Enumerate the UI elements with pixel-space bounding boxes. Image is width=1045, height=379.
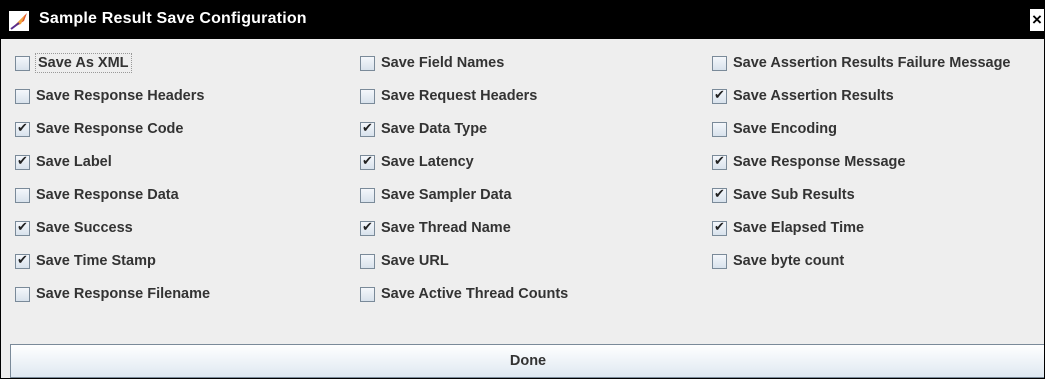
checkbox-row[interactable]: Save Response Message — [712, 150, 905, 174]
checkbox-checked[interactable] — [712, 88, 727, 104]
checkbox-row[interactable]: Save As XML — [15, 51, 132, 75]
checkbox-row[interactable]: Save Response Filename — [15, 282, 210, 306]
checkbox-label: Save Success — [36, 220, 133, 236]
checkbox-checked[interactable] — [712, 154, 727, 170]
checkbox-label: Save Assertion Results — [733, 88, 894, 104]
checkbox-unchecked[interactable] — [360, 55, 375, 71]
checkbox-row[interactable]: Save Encoding — [712, 117, 837, 141]
checkbox-row[interactable]: Save Label — [15, 150, 112, 174]
checkbox-row[interactable]: Save Response Headers — [15, 84, 204, 108]
checkbox-label: Save Elapsed Time — [733, 220, 865, 236]
title-bar[interactable]: Sample Result Save Configuration × — [1, 1, 1044, 39]
options-panel: Save As XML Save Response Headers Save Res… — [7, 41, 1044, 342]
checkbox-unchecked[interactable] — [712, 55, 727, 71]
checkbox-checked[interactable] — [360, 220, 375, 236]
checkbox-row[interactable]: Save Sub Results — [712, 183, 855, 207]
checkbox-label: Save URL — [381, 253, 449, 269]
window-title: Sample Result Save Configuration — [39, 10, 307, 27]
checkbox-row[interactable]: Save Thread Name — [360, 216, 511, 240]
checkbox-unchecked[interactable] — [15, 187, 30, 203]
checkbox-unchecked[interactable] — [712, 253, 727, 269]
checkbox-row[interactable]: Save Assertion Results — [712, 84, 894, 108]
checkbox-label: Save Latency — [381, 154, 474, 170]
checkbox-label: Save Encoding — [733, 121, 837, 137]
close-button[interactable]: × — [1030, 9, 1044, 31]
checkbox-row[interactable]: Save Elapsed Time — [712, 216, 864, 240]
checkbox-row[interactable]: Save byte count — [712, 249, 844, 273]
checkbox-label: Save Thread Name — [381, 220, 511, 236]
checkbox-unchecked[interactable] — [15, 286, 30, 302]
checkbox-label: Save Sampler Data — [381, 187, 512, 203]
checkbox-label: Save As XML — [35, 53, 132, 73]
checkbox-label: Save Response Headers — [36, 88, 205, 104]
checkbox-row[interactable]: Save Success — [15, 216, 133, 240]
checkbox-row[interactable]: Save Data Type — [360, 117, 487, 141]
dialog-window: Sample Result Save Configuration × Save … — [0, 0, 1045, 379]
checkbox-label: Save Time Stamp — [36, 253, 156, 269]
checkbox-row[interactable]: Save Active Thread Counts — [360, 282, 568, 306]
checkbox-unchecked[interactable] — [360, 88, 375, 104]
checkbox-unchecked[interactable] — [712, 121, 727, 137]
checkbox-row[interactable]: Save Response Data — [15, 183, 179, 207]
checkbox-unchecked[interactable] — [360, 286, 375, 302]
checkbox-label: Save Data Type — [381, 121, 488, 137]
checkbox-unchecked[interactable] — [360, 187, 375, 203]
checkbox-unchecked[interactable] — [15, 88, 30, 104]
done-button[interactable]: Done — [10, 344, 1044, 378]
checkbox-label: Save byte count — [733, 253, 845, 269]
checkbox-label: Save Active Thread Counts — [381, 286, 569, 302]
checkbox-row[interactable]: Save Response Code — [15, 117, 183, 141]
jmeter-feather-icon — [9, 11, 29, 31]
checkbox-row[interactable]: Save Latency — [360, 150, 474, 174]
checkbox-checked[interactable] — [360, 121, 375, 137]
checkbox-row[interactable]: Save Field Names — [360, 51, 504, 75]
checkbox-checked[interactable] — [15, 121, 30, 137]
checkbox-row[interactable]: Save Assertion Results Failure Message — [712, 51, 1011, 75]
checkbox-label: Save Sub Results — [733, 187, 855, 203]
checkbox-checked[interactable] — [712, 187, 727, 203]
checkbox-label: Save Request Headers — [381, 88, 538, 104]
checkbox-checked[interactable] — [15, 220, 30, 236]
checkbox-label: Save Response Filename — [36, 286, 211, 302]
checkbox-row[interactable]: Save Sampler Data — [360, 183, 512, 207]
checkbox-checked[interactable] — [15, 154, 30, 170]
checkbox-checked[interactable] — [712, 220, 727, 236]
checkbox-unchecked[interactable] — [360, 253, 375, 269]
checkbox-label: Save Label — [36, 154, 112, 170]
checkbox-label: Save Assertion Results Failure Message — [733, 55, 1011, 71]
checkbox-row[interactable]: Save Request Headers — [360, 84, 537, 108]
checkbox-label: Save Response Data — [36, 187, 179, 203]
checkbox-checked[interactable] — [15, 253, 30, 269]
checkbox-label: Save Response Code — [36, 121, 184, 137]
checkbox-row[interactable]: Save URL — [360, 249, 449, 273]
checkbox-row[interactable]: Save Time Stamp — [15, 249, 156, 273]
checkbox-unchecked[interactable] — [15, 55, 30, 71]
checkbox-checked[interactable] — [360, 154, 375, 170]
checkbox-label: Save Field Names — [381, 55, 505, 71]
checkbox-label: Save Response Message — [733, 154, 906, 170]
